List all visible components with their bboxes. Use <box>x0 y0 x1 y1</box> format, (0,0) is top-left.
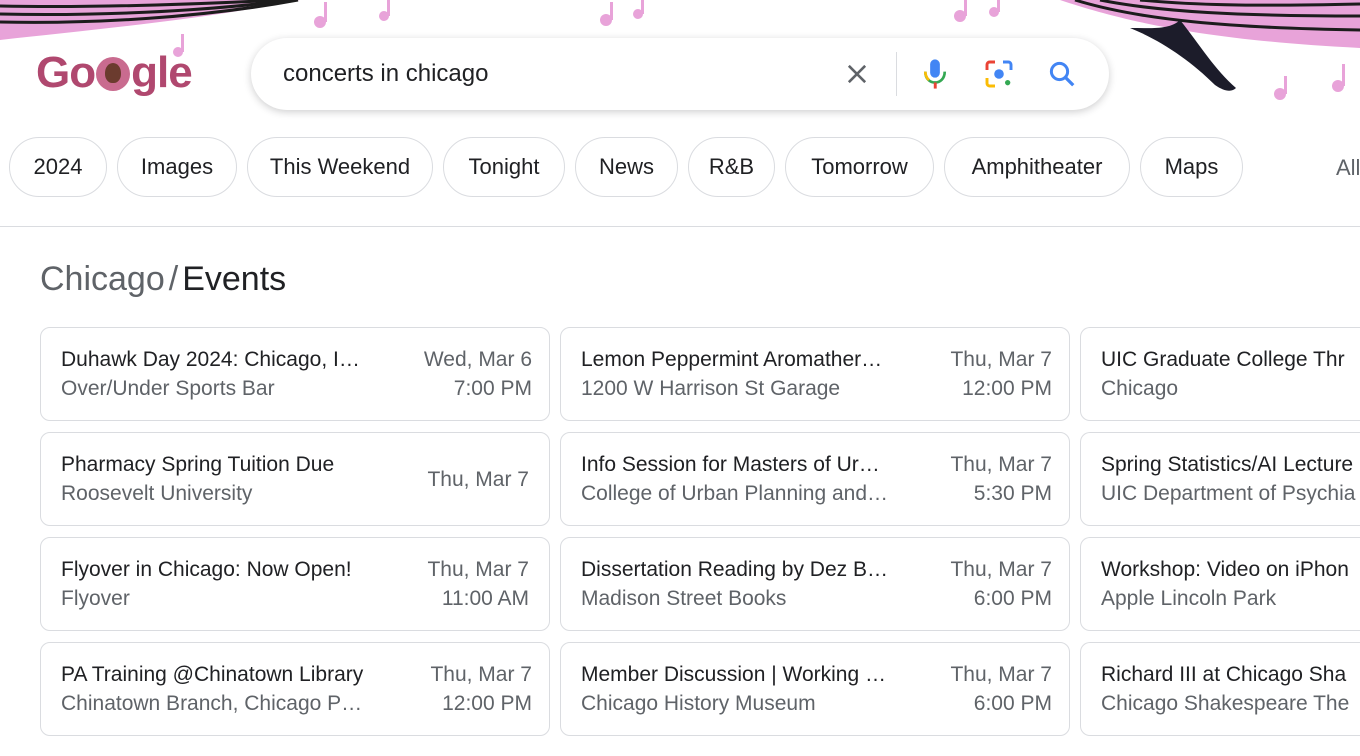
doodle-face-icon <box>96 57 131 91</box>
event-title: Lemon Peppermint Aromather… <box>581 348 883 371</box>
event-venue: College of Urban Planning and… <box>581 482 889 505</box>
chip-amphitheater[interactable]: Amphitheater <box>944 137 1130 197</box>
event-time: 5:30 PM <box>973 482 1052 505</box>
search-box <box>251 38 1109 110</box>
search-icon <box>1049 61 1075 87</box>
event-title: Workshop: Video on iPhon <box>1101 558 1349 581</box>
lens-icon <box>985 60 1013 88</box>
chip-images[interactable]: Images <box>117 137 237 197</box>
all-filters-link[interactable]: All <box>1336 155 1360 181</box>
chip-maps[interactable]: Maps <box>1140 137 1243 197</box>
event-date: Thu, Mar 7 <box>950 453 1052 476</box>
event-card[interactable]: Dissertation Reading by Dez B… Madison S… <box>560 537 1070 631</box>
breadcrumb-section: Events <box>182 260 287 298</box>
events-breadcrumb: Chicago / Events <box>40 260 286 299</box>
clear-search-button[interactable] <box>839 56 875 92</box>
chip-tonight[interactable]: Tonight <box>443 137 565 197</box>
logo-text-right: gle <box>131 48 193 97</box>
event-date: Thu, Mar 7 <box>427 468 529 491</box>
event-title: Duhawk Day 2024: Chicago, I… <box>61 348 360 371</box>
event-time: 6:00 PM <box>973 692 1052 715</box>
event-venue: Roosevelt University <box>61 482 253 505</box>
event-title: Member Discussion | Working … <box>581 663 886 686</box>
event-time: 7:00 PM <box>453 377 532 400</box>
event-title: Info Session for Masters of Ur… <box>581 453 880 476</box>
breadcrumb-city[interactable]: Chicago <box>40 260 165 298</box>
event-card[interactable]: Lemon Peppermint Aromather… 1200 W Harri… <box>560 327 1070 421</box>
event-card[interactable]: UIC Graduate College Thr Chicago <box>1080 327 1360 421</box>
chip-this-weekend[interactable]: This Weekend <box>247 137 433 197</box>
event-time: 12:00 PM <box>962 377 1052 400</box>
event-venue: Flyover <box>61 587 130 610</box>
close-icon <box>847 64 867 84</box>
event-card[interactable]: Pharmacy Spring Tuition Due Roosevelt Un… <box>40 432 550 526</box>
search-input[interactable] <box>283 57 823 91</box>
event-card[interactable]: Richard III at Chicago Sha Chicago Shake… <box>1080 642 1360 736</box>
event-card[interactable]: Workshop: Video on iPhon Apple Lincoln P… <box>1080 537 1360 631</box>
event-card[interactable]: Spring Statistics/AI Lecture UIC Departm… <box>1080 432 1360 526</box>
event-venue: 1200 W Harrison St Garage <box>581 377 841 400</box>
chip-2024[interactable]: 2024 <box>9 137 107 197</box>
google-logo[interactable]: Go gle <box>36 48 193 98</box>
event-time: 11:00 AM <box>441 587 529 610</box>
event-venue: Chicago Shakespeare The <box>1101 692 1350 715</box>
event-venue: Madison Street Books <box>581 587 787 610</box>
chip-rnb[interactable]: R&B <box>688 137 775 197</box>
event-time: 12:00 PM <box>442 692 532 715</box>
event-venue: Chicago <box>1101 377 1179 400</box>
event-title: UIC Graduate College Thr <box>1101 348 1345 371</box>
filter-chips: 2024 Images This Weekend Tonight News R&… <box>9 137 1360 199</box>
lens-search-button[interactable] <box>981 56 1017 92</box>
breadcrumb-separator: / <box>168 260 179 298</box>
event-title: Richard III at Chicago Sha <box>1101 663 1347 686</box>
chip-tomorrow[interactable]: Tomorrow <box>785 137 934 197</box>
search-divider <box>896 52 897 96</box>
event-card[interactable]: PA Training @Chinatown Library Chinatown… <box>40 642 550 736</box>
event-card[interactable]: Flyover in Chicago: Now Open! Flyover Th… <box>40 537 550 631</box>
header: Go gle concerts in chicago 2024 Images T… <box>0 0 1360 227</box>
event-date: Wed, Mar 6 <box>423 348 532 371</box>
event-title: Dissertation Reading by Dez B… <box>581 558 888 581</box>
logo-text-left: Go <box>36 48 96 97</box>
event-title: Pharmacy Spring Tuition Due <box>61 453 335 476</box>
search-button[interactable] <box>1044 56 1080 92</box>
event-date: Thu, Mar 7 <box>950 348 1052 371</box>
event-venue: Chinatown Branch, Chicago P… <box>61 692 363 715</box>
event-date: Thu, Mar 7 <box>430 663 532 686</box>
event-venue: Apple Lincoln Park <box>1101 587 1277 610</box>
event-venue: Over/Under Sports Bar <box>61 377 275 400</box>
event-card[interactable]: Member Discussion | Working … Chicago Hi… <box>560 642 1070 736</box>
event-card[interactable]: Duhawk Day 2024: Chicago, I… Over/Under … <box>40 327 550 421</box>
event-card[interactable]: Info Session for Masters of Ur… College … <box>560 432 1070 526</box>
event-title: PA Training @Chinatown Library <box>61 663 364 686</box>
event-title: Spring Statistics/AI Lecture <box>1101 453 1354 476</box>
event-venue: UIC Department of Psychia <box>1101 482 1356 505</box>
event-date: Thu, Mar 7 <box>427 558 529 581</box>
event-date: Thu, Mar 7 <box>950 663 1052 686</box>
voice-search-button[interactable] <box>917 56 953 92</box>
event-time: 6:00 PM <box>973 587 1052 610</box>
event-date: Thu, Mar 7 <box>950 558 1052 581</box>
mic-icon <box>923 59 947 89</box>
event-title: Flyover in Chicago: Now Open! <box>61 558 352 581</box>
event-venue: Chicago History Museum <box>581 692 816 715</box>
chip-news[interactable]: News <box>575 137 678 197</box>
